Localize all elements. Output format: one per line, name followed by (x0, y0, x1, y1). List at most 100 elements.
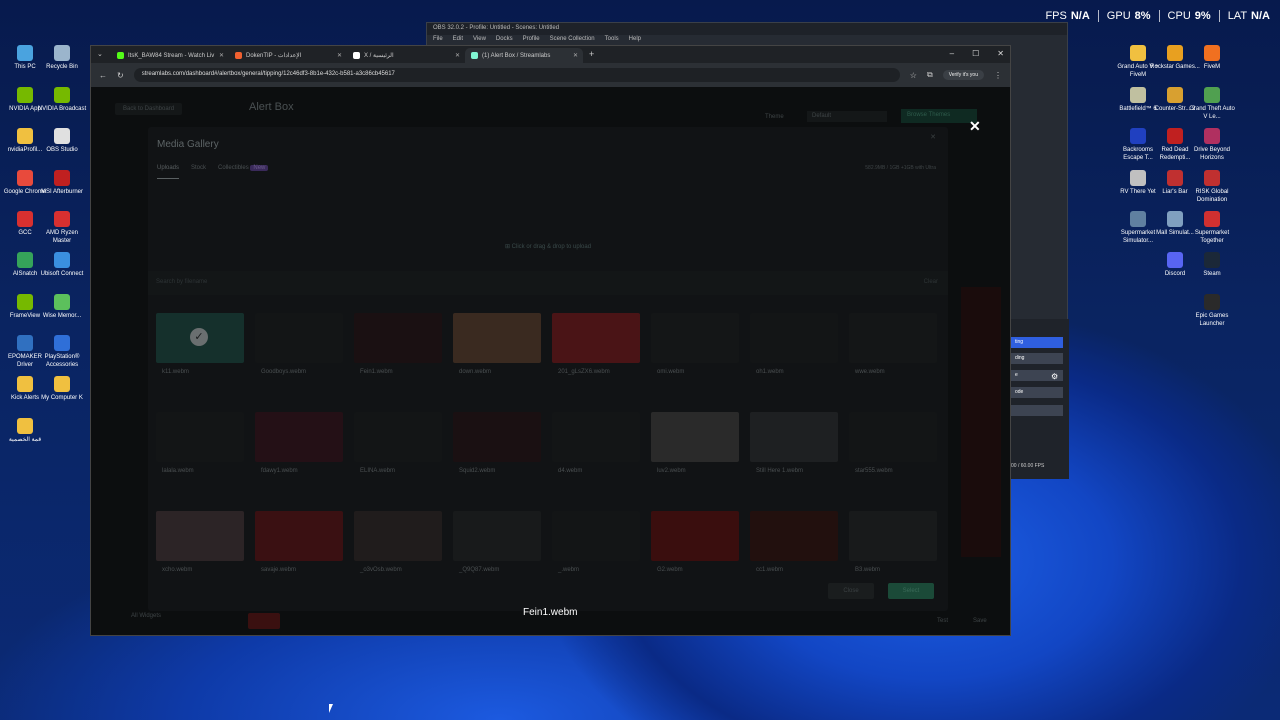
tab-strip[interactable]: ⌄ ItsK_BAW84 Stream - Watch Liv ✕ DokenTIP… (91, 46, 1010, 63)
media-item[interactable]: Squid2.webm (453, 412, 543, 474)
maximize-icon[interactable]: ☐ (972, 49, 979, 58)
menu-icon[interactable]: ⋮ (994, 71, 1002, 80)
media-item[interactable]: _.webm (552, 511, 642, 573)
tab-close-icon[interactable]: ✕ (455, 52, 460, 59)
new-tab-button[interactable]: + (583, 49, 600, 63)
media-thumbnail[interactable] (354, 313, 442, 363)
all-widgets-link[interactable]: All Widgets (131, 613, 161, 619)
url-field[interactable]: streamlabs.com/dashboard#/alertbox/gener… (133, 68, 900, 82)
media-item[interactable]: k11.webm (156, 313, 246, 375)
media-item[interactable]: savaje.webm (255, 511, 345, 573)
desktop-icon[interactable]: My Computer K (37, 376, 87, 402)
media-thumbnail[interactable] (255, 313, 343, 363)
desktop-icon[interactable]: Steam (1187, 252, 1237, 278)
media-item[interactable]: lalala.webm (156, 412, 246, 474)
media-item[interactable]: Goodboys.webm (255, 313, 345, 375)
tab-stock[interactable]: Stock (191, 165, 206, 179)
desktop-icon[interactable]: FiveM (1187, 45, 1237, 71)
media-thumbnail[interactable] (849, 412, 937, 462)
desktop-icon[interactable]: PlayStation® Accessories (37, 335, 87, 369)
media-thumbnail[interactable] (552, 412, 640, 462)
desktop-icon[interactable]: Epic Games Launcher (1187, 294, 1237, 328)
browser-tab[interactable]: (1) Alert Box / Streamlabs ✕ (465, 48, 583, 63)
back-to-dashboard[interactable]: Back to Dashboard (115, 103, 183, 115)
media-item[interactable]: B3.webm (849, 511, 939, 573)
media-item[interactable]: ELINA.webm (354, 412, 444, 474)
obs-menu-item[interactable]: Edit (453, 36, 463, 43)
media-item[interactable]: down.webm (453, 313, 543, 375)
media-item[interactable]: luv2.webm (651, 412, 741, 474)
media-thumbnail[interactable] (849, 313, 937, 363)
media-thumbnail[interactable] (453, 412, 541, 462)
media-thumbnail[interactable] (849, 511, 937, 561)
test-button[interactable]: Test (937, 618, 948, 624)
media-thumbnail[interactable] (750, 313, 838, 363)
verify-profile-button[interactable]: Verify it's you (942, 70, 984, 80)
tab-close-icon[interactable]: ✕ (219, 52, 224, 59)
gear-icon[interactable]: ⚙ (1051, 372, 1061, 382)
obs-menu-item[interactable]: Scene Collection (550, 36, 595, 43)
desktop-icon[interactable]: Supermarket Together (1187, 211, 1237, 245)
obs-menu-item[interactable]: Profile (523, 36, 540, 43)
browse-themes-button[interactable]: Browse Themes (901, 109, 977, 123)
alert-red-button[interactable] (248, 613, 280, 629)
media-item[interactable]: d4.webm (552, 412, 642, 474)
media-item[interactable]: _Q9Q87.webm (453, 511, 543, 573)
media-item[interactable]: xcho.webm (156, 511, 246, 573)
media-item[interactable]: Fein1.webm (354, 313, 444, 375)
obs-settings-button[interactable] (1011, 405, 1063, 416)
obs-streaming-button[interactable]: ting (1011, 337, 1063, 348)
media-item[interactable]: star555.webm (849, 412, 939, 474)
media-item[interactable]: G2.webm (651, 511, 741, 573)
media-item[interactable]: oh1.webm (750, 313, 840, 375)
obs-recording-button[interactable]: ding (1011, 353, 1063, 364)
close-icon[interactable]: ✕ (969, 118, 981, 135)
media-item[interactable]: Still Here 1.webm (750, 412, 840, 474)
browser-tab[interactable]: ItsK_BAW84 Stream - Watch Liv ✕ (111, 48, 229, 63)
modal-close-icon[interactable]: ✕ (930, 133, 936, 141)
media-thumbnail[interactable] (255, 412, 343, 462)
tab-uploads[interactable]: Uploads (157, 165, 180, 179)
obs-menu-item[interactable]: File (433, 36, 443, 43)
media-thumbnail[interactable] (156, 412, 244, 462)
media-thumbnail[interactable] (156, 511, 244, 561)
extensions-icon[interactable]: ⧉ (927, 70, 933, 80)
minimize-icon[interactable]: – (950, 49, 954, 58)
window-controls[interactable]: – ☐ ✕ (950, 49, 1004, 58)
media-thumbnail[interactable] (354, 412, 442, 462)
desktop-icon[interactable]: Recycle Bin (37, 45, 87, 71)
close-icon[interactable]: ✕ (997, 49, 1004, 58)
media-item[interactable]: _o3vOsb.webm (354, 511, 444, 573)
media-item[interactable]: cc1.webm (750, 511, 840, 573)
theme-select[interactable]: Default (807, 111, 887, 122)
select-button[interactable]: Select (888, 583, 934, 599)
tab-close-icon[interactable]: ✕ (337, 52, 342, 59)
media-thumbnail[interactable] (156, 313, 244, 363)
back-arrow-icon[interactable]: ← (99, 71, 107, 80)
gallery-tabs[interactable]: Uploads Stock Collectibles New (157, 165, 269, 179)
media-thumbnail[interactable] (552, 511, 640, 561)
media-thumbnail[interactable] (453, 511, 541, 561)
tab-search-icon[interactable]: ⌄ (97, 50, 103, 58)
tab-close-icon[interactable]: ✕ (573, 52, 578, 59)
media-thumbnail[interactable] (651, 511, 739, 561)
media-thumbnail[interactable] (651, 313, 739, 363)
desktop-icon[interactable]: Grand Theft Auto V Le... (1187, 87, 1237, 121)
close-button[interactable]: Close (828, 583, 874, 599)
upload-dropzone[interactable]: ⊞ Click or drag & drop to upload (148, 243, 948, 250)
browser-tab[interactable]: X / الرئيسية ✕ (347, 48, 465, 63)
obs-menu[interactable]: File Edit View Docks Profile Scene Collection… (427, 35, 1067, 44)
obs-menu-item[interactable]: Tools (605, 36, 619, 43)
media-item[interactable]: wwe.webm (849, 313, 939, 375)
desktop-icon[interactable]: AMD Ryzen Master (37, 211, 87, 245)
clear-button[interactable]: Clear (924, 279, 938, 285)
desktop-icon[interactable]: RISK Global Domination (1187, 170, 1237, 204)
media-item[interactable]: 201_gLsZX6.webm (552, 313, 642, 375)
media-item[interactable]: fdawy1.webm (255, 412, 345, 474)
desktop-icon[interactable]: Ubisoft Connect (37, 252, 87, 278)
media-thumbnail[interactable] (453, 313, 541, 363)
desktop-icon[interactable]: قمة الخصمية (0, 418, 50, 444)
media-thumbnail[interactable] (552, 313, 640, 363)
desktop-icon[interactable]: NVIDIA Broadcast (37, 87, 87, 113)
media-thumbnail[interactable] (750, 412, 838, 462)
